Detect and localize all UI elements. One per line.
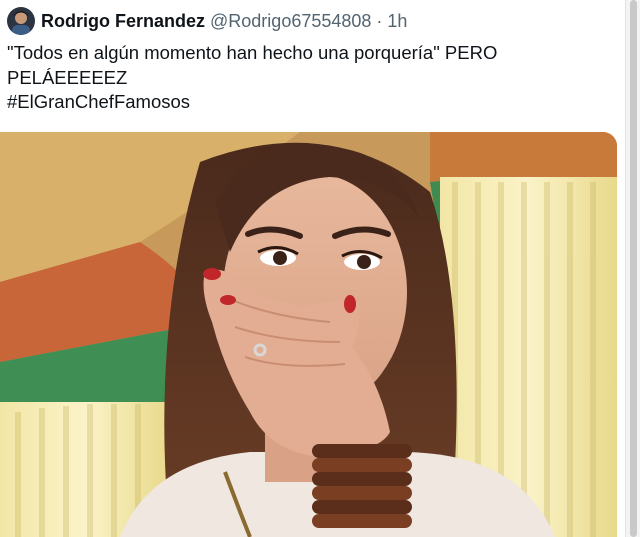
tweet-header: Rodrigo Fernandez @Rodrigo67554808 · 1h [7, 6, 407, 36]
tweet-text: "Todos en algún momento han hecho una po… [7, 41, 607, 115]
hashtag-link[interactable]: #ElGranChefFamosos [7, 90, 607, 115]
tweet-text-line: PELÁEEEEEZ [7, 66, 128, 88]
tweet-timestamp[interactable]: 1h [387, 11, 407, 32]
tweet-media-image[interactable] [0, 132, 617, 537]
scrollbar-thumb[interactable] [630, 0, 637, 537]
meta-separator: · [376, 10, 383, 31]
tweet-text-line: "Todos en algún momento han hecho una po… [7, 42, 498, 63]
author-handle[interactable]: @Rodrigo67554808 [210, 11, 371, 32]
scrollbar[interactable] [625, 0, 640, 537]
tweet-card[interactable]: Rodrigo Fernandez @Rodrigo67554808 · 1h … [0, 0, 640, 537]
author-display-name[interactable]: Rodrigo Fernandez [41, 11, 205, 32]
avatar[interactable] [7, 7, 35, 35]
photo-woman-covering-mouth-icon [0, 132, 617, 537]
